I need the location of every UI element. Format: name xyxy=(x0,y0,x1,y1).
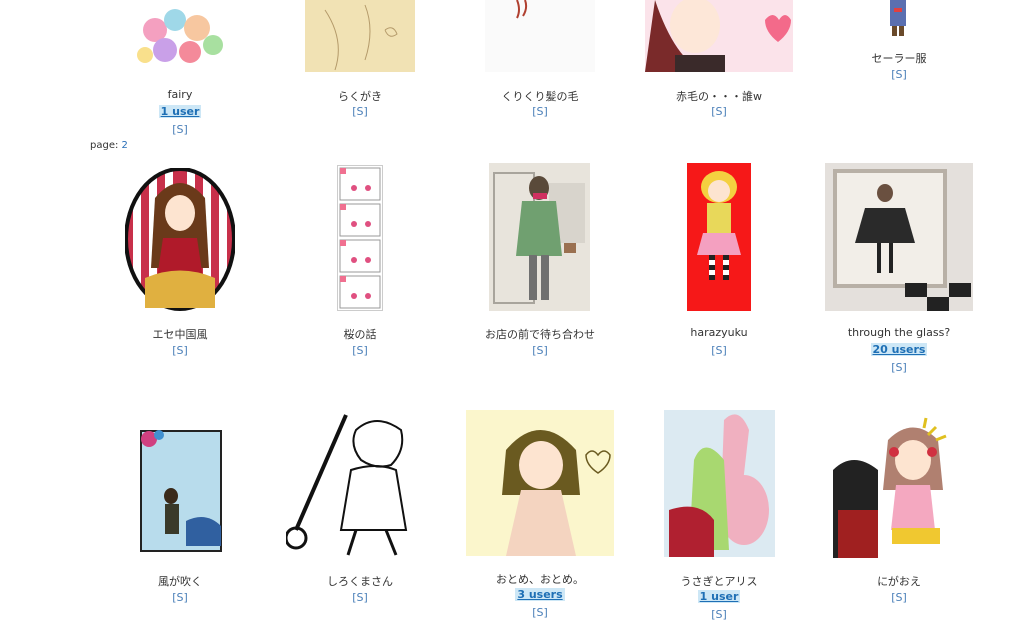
title-sakura-no-hanashi: 桜の話 xyxy=(343,328,377,341)
users-count-fairy: 1 user xyxy=(90,105,270,118)
thumbnail-nigaoe[interactable] xyxy=(828,410,955,558)
title-akage: 赤毛の・・・誰w xyxy=(676,90,762,103)
s-link-usagi-to-alice[interactable]: [S] xyxy=(629,608,809,621)
thumbnail-shirokuma-san[interactable] xyxy=(286,410,434,558)
users-count-usagi-to-alice: 1 user xyxy=(629,590,809,603)
thumbnail-usagi-to-alice[interactable] xyxy=(664,410,775,557)
s-link-omise-no-mae[interactable]: [S] xyxy=(450,344,630,357)
title-harazyuku: harazyuku xyxy=(690,326,748,339)
s-link-sakura-no-hanashi[interactable]: [S] xyxy=(270,344,450,357)
thumbnail-fairy[interactable] xyxy=(125,0,235,72)
s-link-fairy[interactable]: [S] xyxy=(90,123,270,136)
title-otome-otome: おとめ、おとめ。 xyxy=(496,573,584,586)
s-link-harazyuku[interactable]: [S] xyxy=(629,344,809,357)
title-rakugaki: らくがき xyxy=(338,90,382,103)
s-link-ese-chugoku[interactable]: [S] xyxy=(90,344,270,357)
thumbnail-akage[interactable] xyxy=(645,0,793,72)
title-through-the-glass: through the glass? xyxy=(847,326,951,339)
title-shirokuma-san: しろくまさん xyxy=(327,575,393,588)
s-link-nigaoe[interactable]: [S] xyxy=(809,591,989,604)
s-link-sailor[interactable]: [S] xyxy=(809,68,989,81)
s-link-rakugaki[interactable]: [S] xyxy=(270,105,450,118)
title-omise-no-mae: お店の前で待ち合わせ xyxy=(485,328,595,341)
thumbnail-through-the-glass[interactable] xyxy=(825,163,973,311)
thumbnail-ese-chugoku[interactable] xyxy=(125,168,235,311)
thumbnail-sailor[interactable] xyxy=(870,0,926,38)
pager-page-link[interactable]: 2 xyxy=(122,140,128,151)
users-link-fairy[interactable]: 1 user xyxy=(158,105,202,118)
s-link-otome-otome[interactable]: [S] xyxy=(450,606,630,619)
title-sailor: セーラー服 xyxy=(871,52,927,65)
s-link-shirokuma-san[interactable]: [S] xyxy=(270,591,450,604)
thumbnail-kurikuri[interactable] xyxy=(485,0,595,72)
users-link-otome-otome[interactable]: 3 users xyxy=(515,588,565,601)
title-fairy: fairy xyxy=(167,88,193,101)
title-ese-chugoku: エセ中国風 xyxy=(152,328,208,341)
title-kaze-ga-fuku: 風が吹く xyxy=(158,575,202,588)
thumbnail-rakugaki[interactable] xyxy=(305,0,415,72)
pager-label: page: xyxy=(90,140,119,151)
title-kurikuri: くりくり髪の毛 xyxy=(501,90,579,103)
users-count-through-the-glass: 20 users xyxy=(809,343,989,356)
pager: page: 2 xyxy=(90,140,128,151)
thumbnail-omise-no-mae[interactable] xyxy=(489,163,590,311)
thumbnail-otome-otome[interactable] xyxy=(466,410,614,556)
title-nigaoe: にがおえ xyxy=(877,575,921,588)
users-link-usagi-to-alice[interactable]: 1 user xyxy=(697,590,741,603)
thumbnail-harazyuku[interactable] xyxy=(687,163,751,311)
s-link-kaze-ga-fuku[interactable]: [S] xyxy=(90,591,270,604)
s-link-through-the-glass[interactable]: [S] xyxy=(809,361,989,374)
thumbnail-kaze-ga-fuku[interactable] xyxy=(131,411,228,558)
users-count-otome-otome: 3 users xyxy=(450,588,630,601)
thumbnail-sakura-no-hanashi[interactable] xyxy=(337,165,383,311)
s-link-kurikuri[interactable]: [S] xyxy=(450,105,630,118)
users-link-through-the-glass[interactable]: 20 users xyxy=(870,343,928,356)
s-link-akage[interactable]: [S] xyxy=(629,105,809,118)
title-usagi-to-alice: うさぎとアリス xyxy=(680,575,758,588)
